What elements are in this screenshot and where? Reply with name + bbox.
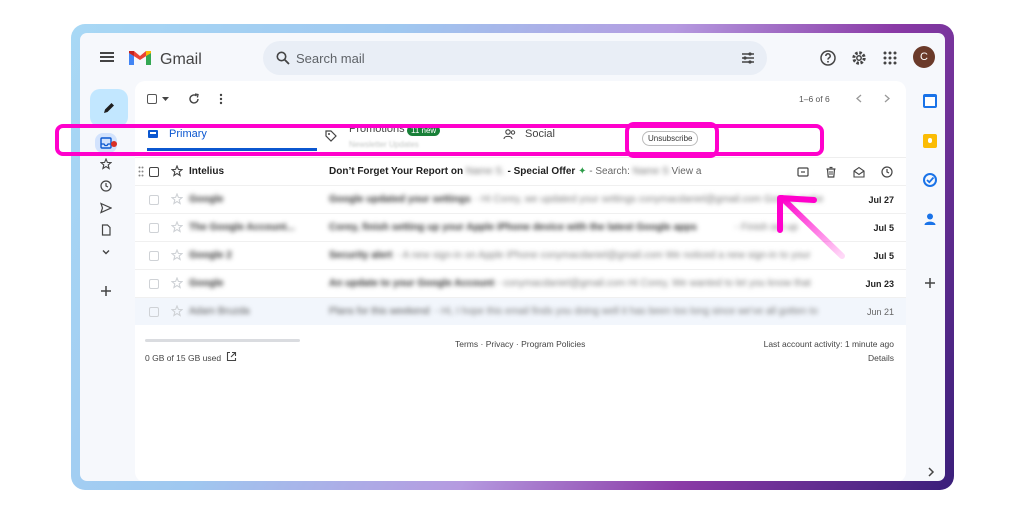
chevron-right-icon[interactable] [883, 94, 891, 103]
mark-read-icon[interactable] [853, 166, 865, 178]
star-icon[interactable] [171, 221, 183, 233]
footer-links[interactable]: Terms · Privacy · Program Policies [455, 339, 585, 349]
apps-grid-icon[interactable] [881, 49, 899, 67]
add-addon-icon[interactable] [923, 276, 937, 290]
compose-button[interactable] [90, 89, 128, 127]
search-bar[interactable]: Search mail [263, 41, 767, 75]
send-icon [100, 202, 112, 214]
list-toolbar: 1–6 of 6 [135, 81, 906, 117]
pencil-icon [104, 103, 114, 113]
help-icon[interactable] [819, 49, 837, 67]
email-sender: Adam Bruzda [189, 306, 250, 317]
clock-icon [100, 180, 112, 192]
email-snippet: - conymacdaniel@gmail.com Hi Corey, We w… [497, 278, 811, 289]
email-row[interactable]: Adam Bruzda Plans for this weekend - Hi,… [135, 297, 906, 325]
sent-nav[interactable] [96, 198, 116, 218]
delete-trash-icon[interactable] [825, 166, 837, 178]
drag-handle-icon[interactable] [138, 166, 144, 177]
plus-icon [101, 286, 111, 296]
row-checkbox[interactable] [149, 223, 159, 233]
drafts-nav[interactable] [96, 220, 116, 240]
email-subject: Don’t Forget Your Report on Name S. - Sp… [329, 166, 701, 177]
chevron-down-icon [102, 250, 110, 255]
email-snippet: - Search: [586, 166, 630, 177]
email-sender: Google [189, 194, 224, 205]
row-checkbox[interactable] [149, 251, 159, 261]
snooze-clock-icon[interactable] [881, 166, 893, 178]
draft-icon [101, 224, 111, 236]
open-external-icon[interactable] [226, 351, 237, 362]
expand-panel-icon[interactable] [926, 467, 936, 477]
money-icon: ✦ [578, 166, 587, 177]
row-checkbox[interactable] [149, 167, 159, 177]
starred-nav[interactable] [96, 154, 116, 174]
archive-icon[interactable] [797, 166, 809, 178]
select-dropdown-icon[interactable] [162, 97, 169, 102]
email-sender: Google [189, 278, 224, 289]
star-icon[interactable] [171, 193, 183, 205]
pagination-text: 1–6 of 6 [799, 94, 830, 104]
star-icon[interactable] [171, 305, 183, 317]
email-subject: Google updated your settings [329, 194, 471, 205]
last-activity: Last account activity: 1 minute ago [763, 339, 894, 349]
email-subject: An update to your Google Account [329, 278, 495, 289]
email-subject: Security alert [329, 250, 393, 261]
refresh-icon[interactable] [188, 93, 200, 105]
more-vert-icon[interactable] [219, 93, 223, 105]
search-input[interactable]: Search mail [296, 51, 365, 66]
header: Gmail Search mail C [80, 33, 945, 79]
email-sender: The Google Account... [189, 222, 295, 233]
subject-tail: - Special Offer [504, 166, 576, 177]
snippet-tail: View a [671, 166, 702, 177]
account-avatar[interactable]: C [913, 46, 935, 68]
email-snippet: - A new sign-in on Apple iPhone conymacd… [397, 250, 811, 261]
create-label-button[interactable] [96, 281, 116, 301]
search-icon[interactable] [276, 51, 290, 65]
email-snippet: - Hi, I hope this email finds you doing … [435, 306, 818, 317]
snoozed-nav[interactable] [96, 176, 116, 196]
email-date: Jul 27 [868, 195, 894, 205]
snippet-redacted: Name S [632, 166, 669, 177]
email-row[interactable]: Google An update to your Google Account … [135, 269, 906, 297]
storage-bar [145, 339, 300, 342]
unsubscribe-button[interactable]: Unsubscribe [642, 131, 699, 146]
subject-redacted: Name S. [465, 166, 505, 177]
star-icon [100, 158, 112, 170]
email-subject: Plans for this weekend [329, 306, 430, 317]
menu-icon[interactable] [100, 52, 114, 62]
email-subject: Corey, finish setting up your Apple iPho… [329, 222, 697, 233]
app-brand: Gmail [160, 51, 202, 68]
star-icon[interactable] [171, 165, 183, 177]
search-options-icon[interactable] [741, 51, 755, 65]
row-checkbox[interactable] [149, 195, 159, 205]
calendar-icon[interactable] [923, 94, 937, 108]
subject-text: Don’t Forget Your Report on [329, 166, 464, 177]
email-date: Jun 21 [866, 307, 894, 317]
row-checkbox[interactable] [149, 307, 159, 317]
email-date: Jul 5 [873, 223, 894, 233]
annotation-arrow-icon [777, 195, 845, 259]
star-icon[interactable] [171, 277, 183, 289]
contacts-icon[interactable] [923, 212, 937, 226]
settings-gear-icon[interactable] [850, 49, 868, 67]
email-row-intelius[interactable]: Intelius Don’t Forget Your Report on Nam… [135, 157, 906, 185]
details-link[interactable]: Details [868, 353, 894, 363]
email-sender: Intelius [189, 166, 225, 177]
email-date: Jul 5 [873, 251, 894, 261]
select-all-checkbox[interactable] [147, 94, 157, 104]
email-sender: Google 2 [189, 250, 232, 261]
storage-text[interactable]: 0 GB of 15 GB used [145, 353, 221, 363]
star-icon[interactable] [171, 249, 183, 261]
keep-icon[interactable] [923, 134, 937, 148]
gmail-logo-icon [129, 51, 151, 65]
more-nav[interactable] [96, 242, 116, 262]
tasks-icon[interactable] [923, 173, 937, 187]
email-date: Jun 23 [865, 279, 894, 289]
chevron-left-icon[interactable] [855, 94, 863, 103]
row-checkbox[interactable] [149, 279, 159, 289]
